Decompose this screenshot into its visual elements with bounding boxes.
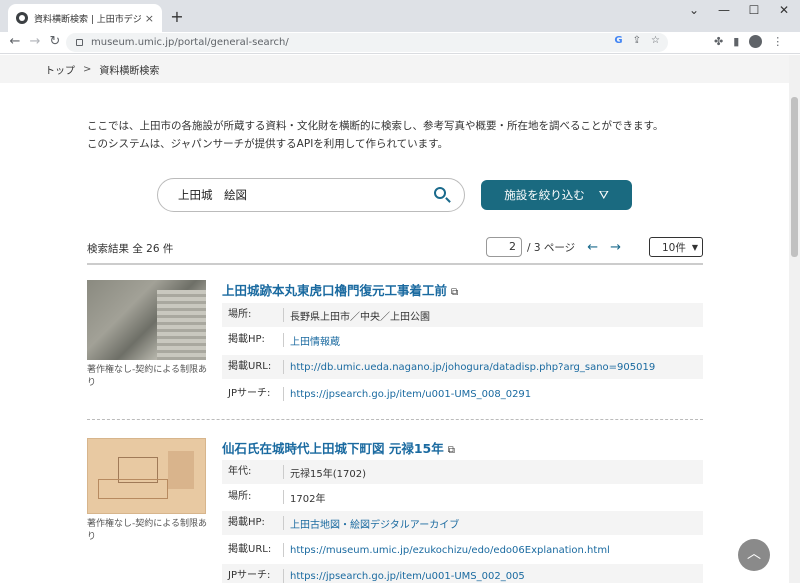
page-total: / 3 ページ (527, 241, 576, 254)
maximize-button[interactable]: ☐ (742, 3, 766, 17)
pagination: 2 / 3 ページ ← → (486, 237, 621, 257)
field-value: 1702年 (290, 493, 326, 505)
field-row: 場所: 1702年 (222, 485, 703, 509)
field-label: JPサーチ: (222, 569, 284, 583)
field-label: 掲載HP: (222, 333, 284, 347)
field-label: 場所: (222, 490, 284, 504)
field-row: 場所: 長野県上田市／中央／上田公園 (222, 303, 703, 327)
copyright-note: 著作権なし-契約による制限あり (87, 365, 207, 388)
filter-funnel-icon: ⛛ (598, 187, 609, 202)
page-number-input[interactable]: 2 (486, 237, 522, 257)
search-input[interactable]: 上田城 絵図 (157, 178, 465, 212)
field-label: 掲載URL: (222, 543, 284, 557)
result-title-link[interactable]: 仙石氏在城時代上田城下町図 元禄15年 ⧉ (222, 438, 455, 457)
tab-title: 資料横断検索 | 上田市デジタルア- (34, 14, 141, 25)
bookmark-star-icon[interactable]: ☆ (651, 35, 660, 46)
field-row: 年代: 元禄15年(1702) (222, 460, 703, 484)
field-label: 年代: (222, 465, 284, 479)
next-page-arrow-icon[interactable]: → (610, 240, 621, 255)
field-value: 長野県上田市／中央／上田公園 (290, 311, 430, 323)
field-row: 掲載HP: 上田情報蔵 (222, 328, 703, 352)
results-divider (87, 263, 703, 265)
tab-close-icon[interactable]: × (145, 12, 154, 25)
search-value: 上田城 絵図 (178, 188, 247, 202)
extensions-icon[interactable]: ✤ (714, 35, 723, 48)
intro-text: ここでは、上田市の各施設が所蔵する資料・文化財を横断的に検索し、参考写真や概要・… (87, 117, 663, 153)
result-title[interactable]: 仙石氏在城時代上田城下町図 元禄15年 (222, 441, 444, 456)
external-link-icon: ⧉ (447, 445, 455, 456)
result-thumbnail[interactable] (87, 438, 206, 514)
external-link-icon: ⧉ (451, 287, 459, 298)
lock-icon (76, 39, 83, 46)
result-separator (87, 419, 703, 420)
minimize-button[interactable]: — (712, 3, 736, 17)
field-label: 掲載HP: (222, 516, 284, 530)
chevron-down-icon: ▼ (691, 242, 699, 252)
side-panel-icon[interactable]: ▮ (733, 35, 739, 48)
forward-arrow-icon[interactable]: → (26, 34, 44, 49)
address-bar[interactable]: museum.umic.jp/portal/general-search/ G … (66, 33, 668, 52)
breadcrumb-current: 資料横断検索 (99, 65, 160, 77)
scrollbar-thumb[interactable] (791, 97, 798, 257)
page-content: トップ > 資料横断検索 ここでは、上田市の各施設が所蔵する資料・文化財を横断的… (0, 55, 789, 583)
result-thumbnail[interactable] (87, 280, 206, 360)
kebab-menu-icon[interactable]: ⋮ (772, 35, 783, 48)
intro-line-2: このシステムは、ジャパンサーチが提供するAPIを利用して作られています。 (87, 138, 449, 150)
close-window-button[interactable]: ✕ (772, 3, 796, 17)
result-count: 検索結果 全 26 件 (87, 243, 174, 255)
breadcrumb-home-link[interactable]: トップ (45, 62, 75, 77)
browser-toolbar: ← → ↻ museum.umic.jp/portal/general-sear… (0, 32, 800, 54)
copyright-note: 著作権なし-契約による制限あり (87, 519, 207, 542)
profile-avatar[interactable] (749, 35, 763, 48)
field-row: 掲載URL: http://db.umic.ueda.nagano.jp/joh… (222, 355, 703, 379)
field-link[interactable]: 上田情報蔵 (284, 333, 340, 348)
field-value: 元禄15年(1702) (290, 468, 366, 480)
field-link[interactable]: http://db.umic.ueda.nagano.jp/johogura/d… (284, 362, 655, 373)
breadcrumb-separator: > (83, 63, 92, 75)
scroll-to-top-button[interactable]: ︿ (738, 539, 770, 571)
field-row: 掲載HP: 上田古地図・絵図デジタルアーカイブ (222, 511, 703, 535)
back-arrow-icon[interactable]: ← (6, 34, 24, 49)
field-label: 場所: (222, 308, 284, 322)
field-row: JPサーチ: https://jpsearch.go.jp/item/u001-… (222, 382, 703, 406)
breadcrumb: トップ > 資料横断検索 (0, 55, 789, 83)
prev-page-arrow-icon[interactable]: ← (587, 240, 598, 255)
url-text: museum.umic.jp/portal/general-search/ (91, 37, 289, 48)
filter-facilities-button[interactable]: 施設を絞り込む ⛛ (481, 180, 632, 210)
per-page-value: 10件 (662, 241, 686, 254)
new-tab-button[interactable]: + (168, 7, 186, 26)
filter-button-label: 施設を絞り込む (504, 188, 585, 202)
tab-search-icon[interactable]: ⌄ (682, 3, 706, 17)
result-title[interactable]: 上田城跡本丸東虎口櫓門復元工事着工前 (222, 283, 447, 298)
globe-icon (16, 12, 28, 24)
intro-line-1: ここでは、上田市の各施設が所蔵する資料・文化財を横断的に検索し、参考写真や概要・… (87, 120, 664, 132)
field-row: JPサーチ: https://jpsearch.go.jp/item/u001-… (222, 564, 703, 583)
field-link[interactable]: 上田古地図・絵図デジタルアーカイブ (284, 516, 459, 531)
per-page-select[interactable]: 10件 ▼ (649, 237, 703, 257)
search-icon[interactable] (434, 187, 446, 199)
reload-icon[interactable]: ↻ (46, 34, 64, 49)
field-label: JPサーチ: (222, 387, 284, 401)
page-scrollbar[interactable] (789, 55, 800, 583)
chevron-up-icon: ︿ (747, 546, 761, 562)
field-link[interactable]: https://jpsearch.go.jp/item/u001-UMS_002… (284, 571, 525, 582)
field-row: 掲載URL: https://museum.umic.jp/ezukochizu… (222, 538, 703, 562)
browser-titlebar: 資料横断検索 | 上田市デジタルア- × + ⌄ — ☐ ✕ (0, 0, 800, 32)
share-icon[interactable]: ⇪ (633, 35, 641, 46)
field-link[interactable]: https://museum.umic.jp/ezukochizu/edo/ed… (284, 545, 610, 556)
field-link[interactable]: https://jpsearch.go.jp/item/u001-UMS_008… (284, 389, 531, 400)
google-icon[interactable]: G (614, 35, 622, 46)
result-title-link[interactable]: 上田城跡本丸東虎口櫓門復元工事着工前 ⧉ (222, 280, 458, 299)
browser-tab[interactable]: 資料横断検索 | 上田市デジタルア- × (8, 4, 162, 32)
field-label: 掲載URL: (222, 360, 284, 374)
